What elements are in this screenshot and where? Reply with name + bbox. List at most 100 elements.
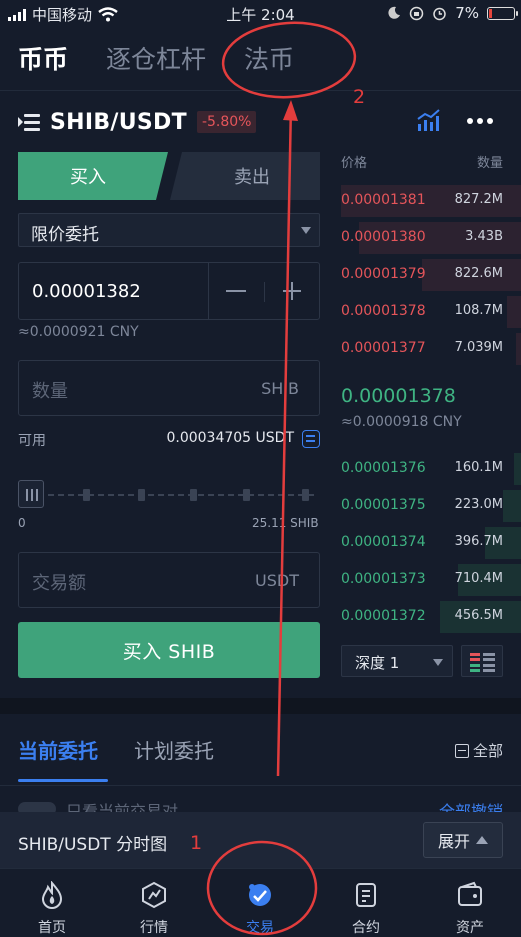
chart-icon[interactable] [416, 108, 442, 132]
tab-spot[interactable]: 币币 [18, 40, 68, 76]
ask-row[interactable]: 0.00001379 822.6M [341, 259, 521, 291]
annotation-label-2: 2 [353, 86, 366, 108]
tab-fiat[interactable]: 法币 [244, 40, 294, 76]
orderbook-price-header: 价格 [341, 156, 368, 171]
buy-tab[interactable]: 买入 [18, 152, 168, 200]
trade-amount-placeholder: 交易额 [32, 573, 86, 594]
ask-amount: 827.2M [454, 192, 503, 207]
chevron-up-icon [476, 836, 488, 844]
quantity-unit: SHIB [261, 379, 299, 398]
market-type-tabs: 币币 逐仓杠杆 法币 [18, 40, 294, 76]
ask-amount: 108.7M [454, 303, 503, 318]
ask-row[interactable]: 0.00001377 7.039M [341, 333, 521, 365]
ask-price: 0.00001379 [341, 266, 426, 282]
price-value: 0.00001382 [32, 281, 141, 302]
pair-header[interactable]: SHIB/USDT -5.80% [18, 106, 257, 138]
price-cny-estimate: ≈0.0000921 CNY [18, 324, 139, 340]
active-tab-indicator [18, 779, 108, 782]
orderbook-layout-icon[interactable] [461, 645, 503, 677]
bid-row[interactable]: 0.00001374 396.7M [341, 527, 521, 559]
ask-row[interactable]: 0.00001380 3.43B [341, 222, 521, 254]
tab-isolated-margin[interactable]: 逐仓杠杆 [106, 40, 206, 76]
bid-price: 0.00001374 [341, 534, 426, 550]
chevron-down-icon [301, 227, 311, 234]
trade-icon [249, 884, 271, 906]
header-divider [0, 90, 521, 91]
quantity-input[interactable]: 数量 SHIB [18, 360, 320, 416]
app-screen: 中国移动 上午 2:04 7% 币币 逐仓杠杆 法币 SHIB/USDT -5.… [0, 0, 521, 937]
time-chart-label: SHIB/USDT 分时图 [18, 835, 168, 855]
home-flame-icon [41, 881, 63, 909]
tab-current-orders[interactable]: 当前委托 [18, 735, 98, 764]
bid-amount: 710.4M [454, 571, 503, 586]
bid-amount: 160.1M [454, 460, 503, 475]
more-icon[interactable] [467, 118, 493, 124]
bid-row[interactable]: 0.00001375 223.0M [341, 490, 521, 522]
ask-row[interactable]: 0.00001378 108.7M [341, 296, 521, 328]
bid-row[interactable]: 0.00001372 456.5M [341, 601, 521, 633]
price-decrement-button[interactable] [226, 290, 246, 292]
buy-sell-toggle: 买入 卖出 [18, 152, 320, 200]
orders-tabs: 当前委托 计划委托 [18, 735, 214, 764]
price-input[interactable]: 0.00001382 [18, 262, 320, 320]
pair-change-badge: -5.80% [196, 111, 257, 133]
bid-amount: 396.7M [454, 534, 503, 549]
expand-chart-button[interactable]: 展开 [423, 822, 503, 858]
ask-amount: 3.43B [465, 229, 503, 244]
market-icon [142, 881, 166, 909]
bid-row[interactable]: 0.00001376 160.1M [341, 453, 521, 485]
nav-assets[interactable]: 资产 [418, 869, 521, 937]
ask-price: 0.00001381 [341, 192, 426, 208]
bid-amount: 456.5M [454, 608, 503, 623]
slider-max-label: 25.11 SHIB [252, 516, 319, 530]
all-orders-label: 全部 [472, 742, 503, 760]
bottom-nav: 首页 行情 交易 合约 资产 [0, 868, 521, 937]
transfer-icon[interactable] [302, 430, 320, 448]
bid-price: 0.00001373 [341, 571, 426, 587]
ask-price: 0.00001380 [341, 229, 426, 245]
bid-price: 0.00001375 [341, 497, 426, 513]
depth-bar [507, 296, 521, 328]
battery-percent: 7% [455, 4, 479, 22]
bid-price: 0.00001372 [341, 608, 426, 624]
quantity-slider[interactable] [18, 478, 320, 512]
orderbook-amount-header: 数量 [476, 156, 503, 171]
depth-bar [516, 333, 521, 365]
tab-plan-orders[interactable]: 计划委托 [134, 735, 214, 764]
nav-market[interactable]: 行情 [102, 869, 206, 937]
bid-amount: 223.0M [454, 497, 503, 512]
all-orders-link[interactable]: 全部 [454, 740, 503, 761]
document-icon [454, 743, 469, 758]
nav-trade[interactable]: 交易 [208, 869, 312, 937]
depth-bar [514, 453, 521, 485]
available-balance: 可用 0.00034705 USDT [18, 430, 320, 450]
slider-handle[interactable] [18, 480, 44, 508]
ask-row[interactable]: 0.00001381 827.2M [341, 185, 521, 217]
moon-icon [388, 6, 401, 19]
ask-price: 0.00001378 [341, 303, 426, 319]
nav-home[interactable]: 首页 [0, 869, 104, 937]
pair-name: SHIB/USDT [50, 109, 187, 135]
order-type-select[interactable]: 限价委托 [18, 213, 320, 247]
quantity-placeholder: 数量 [32, 381, 68, 402]
chevron-down-icon [433, 659, 443, 666]
order-type-label: 限价委托 [31, 225, 99, 245]
wallet-icon [458, 881, 482, 906]
trade-amount-input[interactable]: 交易额 USDT [18, 552, 320, 608]
last-price-cny: ≈0.0000918 CNY [341, 414, 462, 430]
depth-label: 深度 1 [355, 654, 400, 672]
ask-amount: 822.6M [454, 266, 503, 281]
available-value: 0.00034705 USDT [166, 430, 294, 446]
pair-menu-icon[interactable] [18, 113, 40, 131]
last-price: 0.00001378 [341, 385, 456, 407]
ask-amount: 7.039M [454, 340, 503, 355]
nav-contract[interactable]: 合约 [314, 869, 418, 937]
cancel-all-button[interactable]: 全部撤销 [439, 798, 503, 812]
battery-icon [487, 6, 518, 20]
buy-button[interactable]: 买入 SHIB [18, 622, 320, 678]
ask-price: 0.00001377 [341, 340, 426, 356]
bid-row[interactable]: 0.00001373 710.4M [341, 564, 521, 596]
depth-select[interactable]: 深度 1 [341, 645, 453, 677]
sell-tab[interactable]: 卖出 [170, 152, 320, 200]
available-label: 可用 [18, 433, 46, 449]
